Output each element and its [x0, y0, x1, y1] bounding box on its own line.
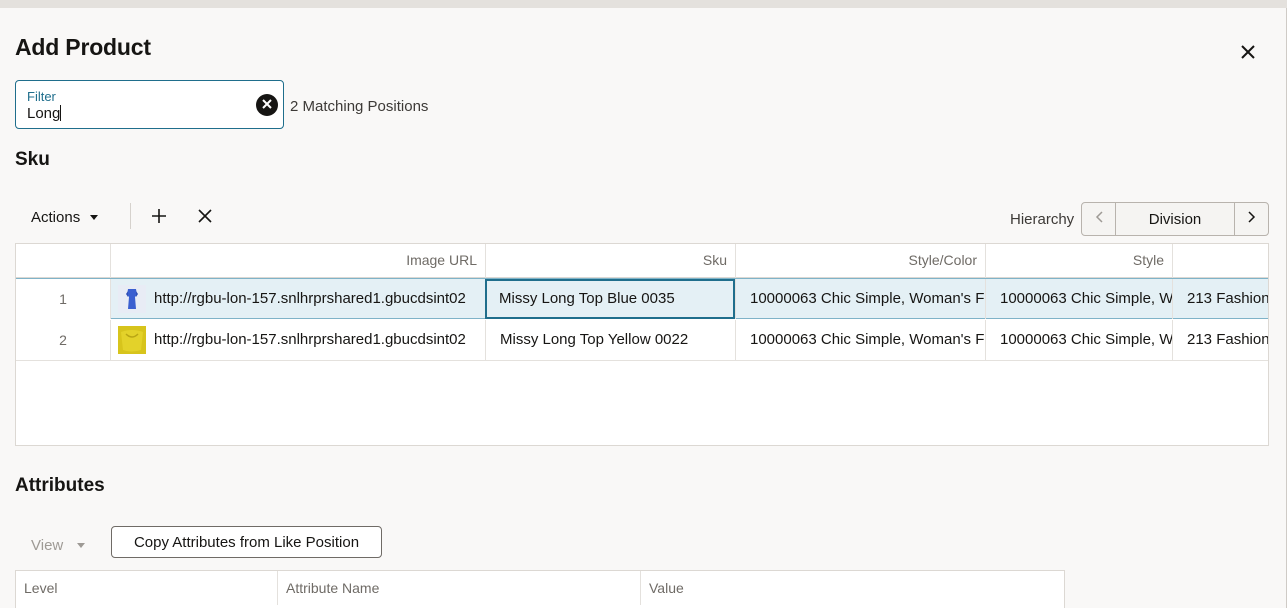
hierarchy-value[interactable]: Division	[1116, 203, 1234, 235]
image-url-text: http://rgbu-lon-157.snlhrprshared1.gbucd…	[154, 290, 466, 307]
add-button[interactable]	[145, 204, 173, 232]
extra-cell[interactable]: 213 Fashion	[1172, 320, 1268, 360]
image-url-text: http://rgbu-lon-157.snlhrprshared1.gbucd…	[154, 331, 466, 348]
column-header-value[interactable]: Value	[640, 571, 1064, 605]
style-cell[interactable]: 10000063 Chic Simple, W	[985, 320, 1172, 360]
sku-table-header: Image URL Sku Style/Color Style	[16, 244, 1268, 278]
filter-value[interactable]: Long	[27, 105, 62, 122]
column-header-style[interactable]: Style	[985, 244, 1172, 278]
column-header-style-color[interactable]: Style/Color	[735, 244, 985, 278]
chevron-left-icon	[1095, 210, 1103, 228]
style-cell[interactable]: 10000063 Chic Simple, W	[985, 279, 1172, 319]
hierarchy-next-button[interactable]	[1234, 203, 1268, 235]
remove-button[interactable]	[191, 204, 219, 232]
row-number: 2	[16, 320, 110, 360]
view-menu-button[interactable]: View	[31, 537, 86, 554]
table-row[interactable]: 2 http://rgbu-lon-157.snlhrprshared1.gbu…	[16, 320, 1268, 361]
style-color-cell[interactable]: 10000063 Chic Simple, Woman's F	[735, 320, 985, 360]
chevron-down-icon	[77, 543, 86, 548]
attributes-table: Level Attribute Name Value	[15, 570, 1065, 608]
close-icon	[1240, 44, 1256, 65]
sku-cell[interactable]: Missy Long Top Yellow 0022	[485, 320, 735, 360]
column-header-extra	[1172, 244, 1268, 278]
chevron-right-icon	[1247, 210, 1256, 228]
toolbar-divider	[130, 203, 131, 229]
plus-icon	[151, 208, 167, 229]
extra-cell[interactable]: 213 Fashion	[1172, 279, 1268, 319]
product-thumbnail	[118, 326, 146, 354]
copy-attributes-button[interactable]: Copy Attributes from Like Position	[111, 526, 382, 558]
style-color-cell[interactable]: 10000063 Chic Simple, Woman's F	[735, 279, 985, 319]
hierarchy-selector: Division	[1081, 202, 1269, 236]
product-thumbnail	[118, 285, 146, 313]
x-icon	[198, 208, 212, 228]
matching-count: 2 Matching Positions	[290, 98, 429, 115]
image-url-cell[interactable]: http://rgbu-lon-157.snlhrprshared1.gbucd…	[110, 279, 485, 319]
filter-clear-button[interactable]	[256, 94, 278, 116]
dialog-title: Add Product	[15, 34, 151, 60]
column-header-sku[interactable]: Sku	[485, 244, 735, 278]
clear-circle-icon	[262, 96, 272, 114]
column-header-image-url[interactable]: Image URL	[110, 244, 485, 278]
attributes-section-title: Attributes	[15, 475, 105, 496]
image-url-cell[interactable]: http://rgbu-lon-157.snlhrprshared1.gbucd…	[110, 320, 485, 360]
sku-table: Image URL Sku Style/Color Style 1 http:/…	[15, 243, 1269, 446]
actions-menu-button[interactable]: Actions	[31, 209, 99, 226]
sku-section-title: Sku	[15, 149, 50, 170]
table-row[interactable]: 1 http://rgbu-lon-157.snlhrprshared1.gbu…	[16, 278, 1268, 319]
column-header-level[interactable]: Level	[16, 571, 277, 605]
filter-input[interactable]: Filter Long	[15, 80, 284, 129]
filter-label: Filter	[27, 89, 56, 104]
hierarchy-previous-button[interactable]	[1082, 203, 1116, 235]
close-button[interactable]	[1232, 38, 1264, 70]
row-number: 1	[16, 279, 110, 319]
hierarchy-label: Hierarchy	[1010, 211, 1075, 228]
chevron-down-icon	[90, 215, 99, 220]
column-header-attribute-name[interactable]: Attribute Name	[277, 571, 640, 605]
sku-cell[interactable]: Missy Long Top Blue 0035	[485, 279, 735, 319]
actions-label: Actions	[31, 209, 81, 226]
view-label: View	[31, 537, 64, 554]
